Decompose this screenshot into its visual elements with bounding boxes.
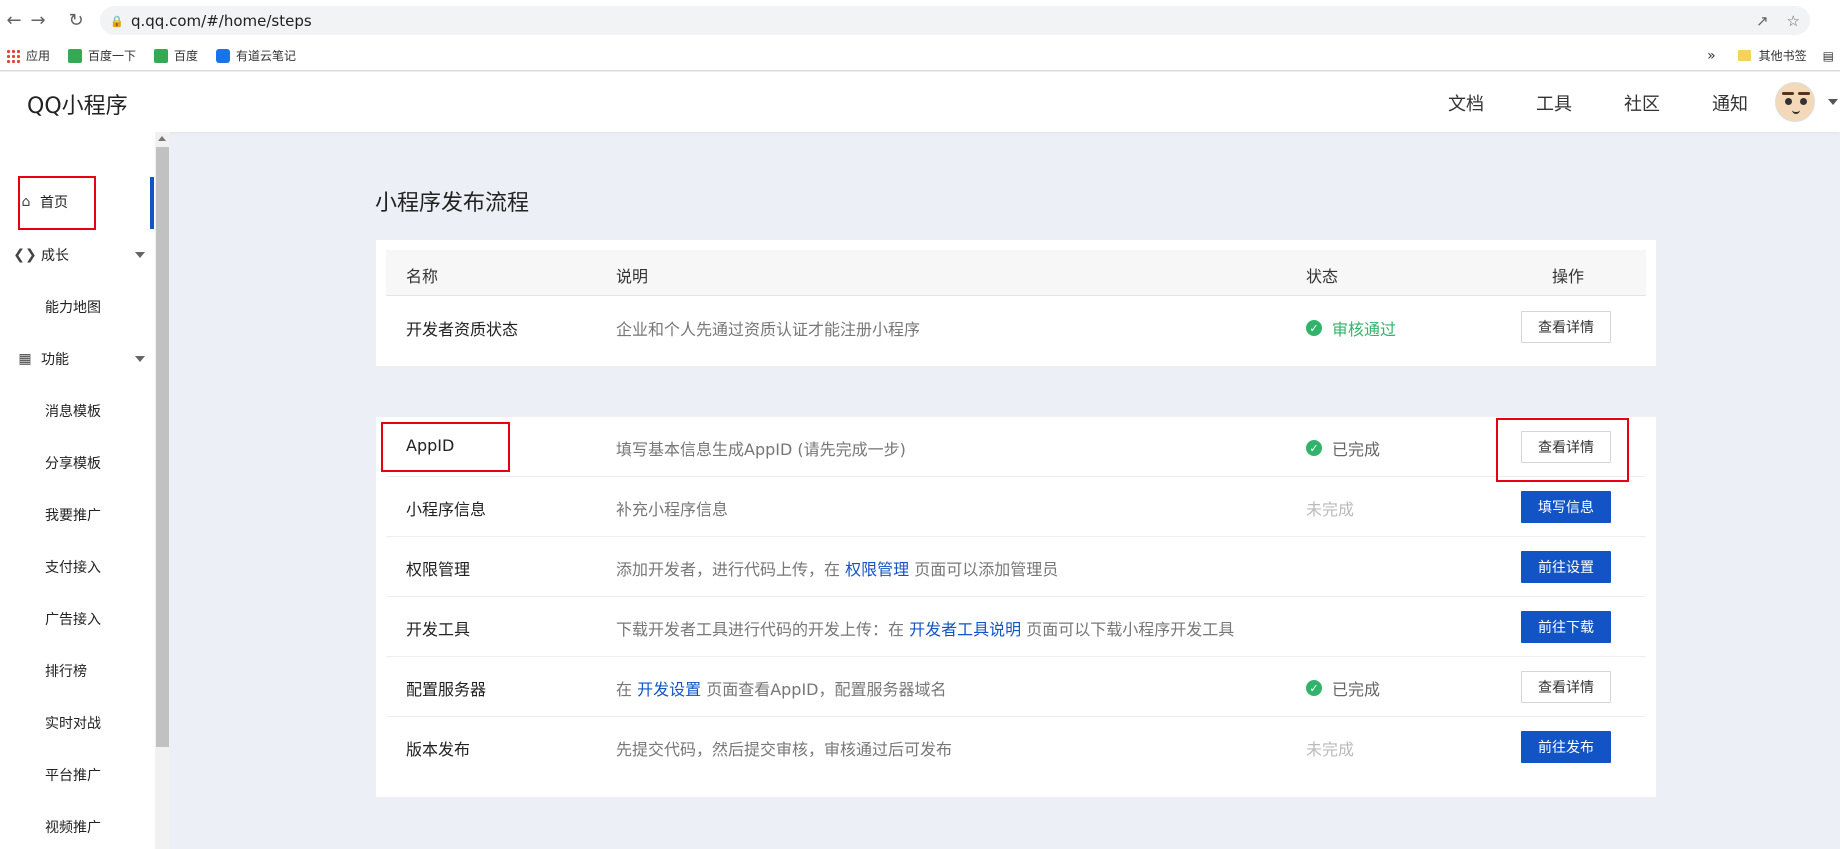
sidebar-item-ads[interactable]: 广告接入 [0, 604, 155, 634]
bookmark-baidu[interactable]: 百度 [154, 47, 198, 64]
go-settings-button[interactable]: 前往设置 [1521, 551, 1611, 583]
go-download-button[interactable]: 前往下载 [1521, 611, 1611, 643]
table-row: 权限管理 添加开发者，进行代码上传，在 权限管理 页面可以添加管理员 前往设置 [386, 537, 1646, 597]
sidebar-item-features[interactable]: ▦ 功能 [0, 344, 155, 374]
highlight-home [18, 176, 96, 230]
other-bookmarks[interactable]: 其他书签 [1759, 47, 1807, 64]
view-details-button[interactable]: 查看详情 [1521, 671, 1611, 703]
app-header: QQ小程序 文档 工具 社区 通知 [0, 72, 1840, 132]
sidebar-item-growth[interactable]: ❮❯ 成长 [0, 240, 155, 270]
table-row: 小程序信息 补充小程序信息 未完成 填写信息 [386, 477, 1646, 537]
reload-icon[interactable]: ↻ [62, 6, 90, 34]
dev-settings-link[interactable]: 开发设置 [637, 680, 701, 699]
status-badge: 已完成 [1332, 680, 1381, 699]
table-row: 开发者资质状态 企业和个人先通过资质认证才能注册小程序 ✓ 审核通过 查看详情 [386, 297, 1646, 357]
top-nav: 文档 工具 社区 通知 [1396, 90, 1748, 116]
chevron-down-icon [135, 252, 145, 258]
check-circle-icon: ✓ [1306, 320, 1322, 336]
check-circle-icon: ✓ [1306, 440, 1322, 456]
growth-icon: ❮❯ [13, 247, 37, 263]
bookmark-star-icon[interactable]: ☆ [1787, 12, 1800, 30]
share-icon[interactable]: ↗ [1756, 12, 1769, 30]
chevron-down-icon [135, 356, 145, 362]
forward-arrow-icon[interactable]: → [24, 6, 52, 34]
sidebar-item-realtime-battle[interactable]: 实时对战 [0, 708, 155, 738]
url-text: q.qq.com/#/home/steps [131, 11, 312, 30]
scroll-up-icon[interactable] [158, 136, 166, 141]
sidebar-item-capability-map[interactable]: 能力地图 [0, 292, 155, 322]
bookmarks-bar: 应用 百度一下 百度 有道云笔记 » 其他书签 ▤ [0, 41, 1840, 71]
page-title: 小程序发布流程 [375, 191, 530, 216]
lock-icon: 🔒 [110, 14, 124, 28]
col-desc: 说明 [616, 267, 649, 286]
go-publish-button[interactable]: 前往发布 [1521, 731, 1611, 763]
col-action: 操作 [1552, 267, 1585, 286]
qualification-card: 名称 说明 状态 操作 开发者资质状态 企业和个人先通过资质认证才能注册小程序 … [376, 240, 1656, 366]
grid-icon: ▦ [18, 351, 32, 367]
sidebar-item-message-template[interactable]: 消息模板 [0, 396, 155, 426]
hao123-icon [154, 48, 169, 63]
bookmark-youdao[interactable]: 有道云笔记 [216, 47, 296, 64]
permission-link[interactable]: 权限管理 [845, 560, 909, 579]
sidebar-item-share-template[interactable]: 分享模板 [0, 448, 155, 478]
sidebar-item-video-promo[interactable]: 视频推广 [0, 812, 155, 842]
table-row: 版本发布 先提交代码，然后提交审核，审核通过后可发布 未完成 前往发布 [386, 717, 1646, 777]
sidebar-item-platform-promo[interactable]: 平台推广 [0, 760, 155, 790]
table-row: AppID 填写基本信息生成AppID (请先完成一步) ✓ 已完成 查看详情 [386, 417, 1646, 477]
more-bookmarks-button[interactable]: » [1707, 48, 1716, 64]
table-row: 配置服务器 在 开发设置 页面查看AppID，配置服务器域名 ✓ 已完成 查看详… [386, 657, 1646, 717]
hao123-icon [68, 48, 83, 63]
youdao-note-icon [216, 48, 231, 63]
col-status: 状态 [1306, 267, 1339, 286]
reading-list-icon[interactable]: ▤ [1823, 49, 1834, 63]
highlight-appid-button [1496, 418, 1629, 482]
steps-card: AppID 填写基本信息生成AppID (请先完成一步) ✓ 已完成 查看详情 … [376, 417, 1656, 797]
chevron-down-icon[interactable] [1828, 99, 1838, 105]
status-badge: 审核通过 [1332, 320, 1397, 339]
status-badge: 未完成 [1306, 500, 1355, 519]
table-header: 名称 说明 状态 操作 [386, 250, 1646, 296]
sidebar-item-leaderboard[interactable]: 排行榜 [0, 656, 155, 686]
fill-info-button[interactable]: 填写信息 [1521, 491, 1611, 523]
devtools-doc-link[interactable]: 开发者工具说明 [909, 620, 1021, 639]
avatar[interactable] [1775, 82, 1815, 122]
sidebar-item-payment[interactable]: 支付接入 [0, 552, 155, 582]
nav-tools[interactable]: 工具 [1536, 90, 1572, 116]
browser-toolbar: ← → ↻ 🔒 q.qq.com/#/home/steps ↗ ☆ [0, 0, 1840, 41]
app-logo[interactable]: QQ小程序 [27, 88, 128, 120]
bookmark-apps[interactable]: 应用 [6, 47, 50, 64]
highlight-appid [381, 422, 510, 472]
col-name: 名称 [406, 267, 439, 286]
status-badge: 未完成 [1306, 740, 1355, 759]
nav-community[interactable]: 社区 [1624, 90, 1660, 116]
sidebar-item-promote[interactable]: 我要推广 [0, 500, 155, 530]
nav-notifications[interactable]: 通知 [1712, 90, 1748, 116]
apps-grid-icon [6, 48, 20, 63]
folder-icon [1737, 50, 1751, 61]
address-bar[interactable]: 🔒 q.qq.com/#/home/steps ↗ ☆ [100, 6, 1810, 35]
status-badge: 已完成 [1332, 440, 1381, 459]
nav-docs[interactable]: 文档 [1448, 90, 1484, 116]
scrollbar-thumb[interactable] [156, 147, 169, 747]
view-details-button[interactable]: 查看详情 [1521, 311, 1611, 343]
table-row: 开发工具 下载开发者工具进行代码的开发上传：在 开发者工具说明 页面可以下载小程… [386, 597, 1646, 657]
check-circle-icon: ✓ [1306, 680, 1322, 696]
bookmark-baidu-yixia[interactable]: 百度一下 [68, 47, 136, 64]
